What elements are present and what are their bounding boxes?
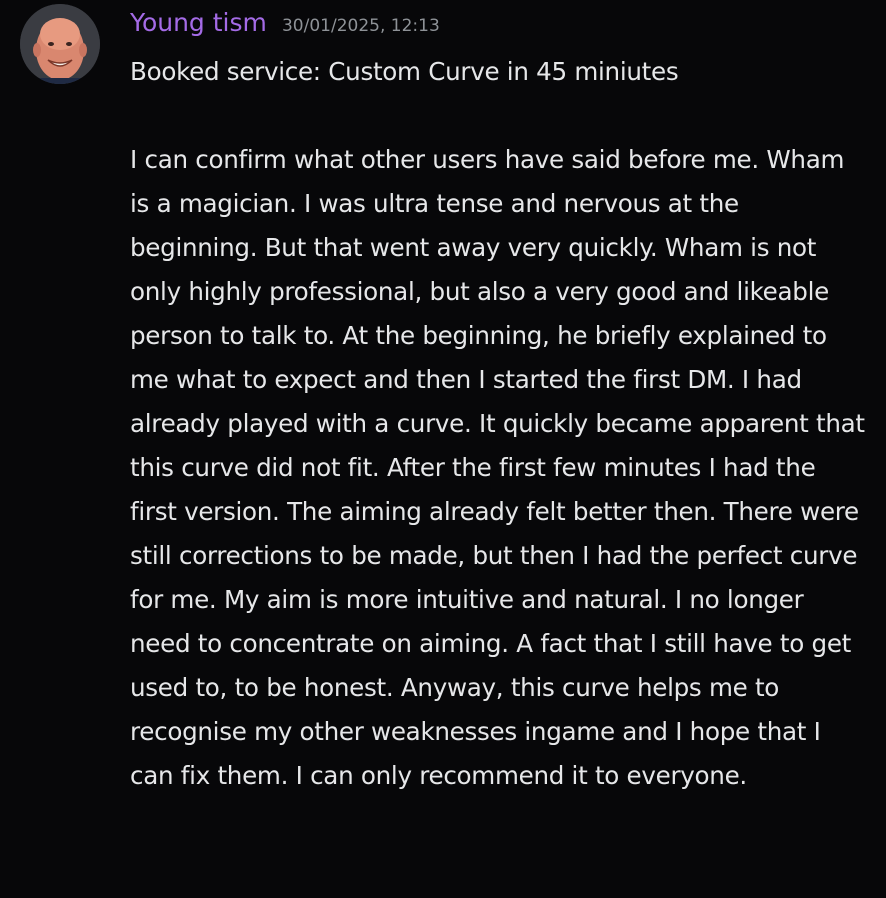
message-content: Booked service: Custom Curve in 45 miniu… — [130, 50, 865, 798]
user-avatar[interactable] — [20, 4, 100, 84]
message-line-booked-service: Booked service: Custom Curve in 45 miniu… — [130, 57, 679, 86]
message-header: Young tism 30/01/2025, 12:13 — [130, 6, 440, 43]
avatar-face-icon — [20, 4, 100, 84]
timestamp[interactable]: 30/01/2025, 12:13 — [282, 16, 440, 36]
username[interactable]: Young tism — [130, 8, 267, 37]
chat-message: Young tism 30/01/2025, 12:13 Booked serv… — [0, 0, 886, 898]
message-body-text: I can confirm what other users have said… — [130, 145, 865, 790]
